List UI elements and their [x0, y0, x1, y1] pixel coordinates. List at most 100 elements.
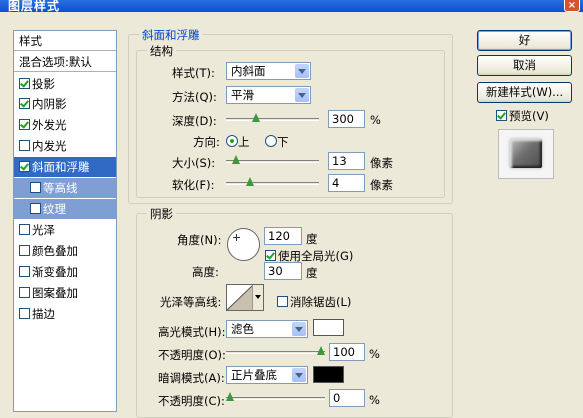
direction-down-option[interactable]: 下 — [265, 134, 289, 150]
style-list-item-outer-glow[interactable]: 外发光 — [14, 115, 116, 135]
shadow-opacity-label: 不透明度(C): — [158, 394, 225, 408]
style-list-label: 光泽 — [32, 223, 55, 237]
shadow-mode-label: 暗调模式(A): — [158, 371, 225, 385]
size-input[interactable]: 13 — [328, 152, 365, 170]
altitude-input[interactable]: 30 — [264, 262, 302, 280]
style-list-label: 纹理 — [43, 202, 66, 216]
style-list-label: 图案叠加 — [32, 286, 78, 300]
gloss-contour-picker[interactable] — [226, 284, 264, 311]
contour-curve-icon — [227, 285, 253, 310]
checkbox-drop-shadow[interactable] — [19, 78, 30, 89]
style-list-item-drop-shadow[interactable]: 投影 — [14, 74, 116, 94]
style-list-label: 内阴影 — [32, 97, 67, 111]
depth-slider-thumb[interactable] — [252, 113, 261, 123]
size-slider-thumb[interactable] — [232, 155, 241, 165]
style-list-item-gradient-overlay[interactable]: 渐变叠加 — [14, 262, 116, 282]
style-list-label: 投影 — [32, 77, 55, 91]
checkbox-color-overlay[interactable] — [19, 245, 30, 256]
checkbox-stroke[interactable] — [19, 308, 30, 319]
style-list-label: 内发光 — [32, 139, 67, 153]
checkbox-satin[interactable] — [19, 224, 30, 235]
depth-unit: % — [370, 113, 381, 127]
checkbox-inner-glow[interactable] — [19, 140, 30, 151]
shadow-color-swatch[interactable] — [313, 366, 344, 383]
radio-down[interactable] — [265, 135, 277, 147]
angle-dial[interactable] — [227, 228, 260, 261]
highlight-opacity-input[interactable]: 100 — [329, 343, 365, 361]
checkbox-pattern-overlay[interactable] — [19, 287, 30, 298]
preview-label: 预览(V) — [509, 109, 549, 123]
antialias-label: 消除锯齿(L) — [290, 295, 352, 309]
preview-option[interactable]: 预览(V) — [496, 108, 549, 124]
style-list-item-blending-options[interactable]: 混合选项:默认 — [14, 52, 116, 72]
ok-button[interactable]: 好 — [477, 30, 572, 51]
highlight-opacity-unit: % — [369, 347, 380, 361]
style-select[interactable]: 内斜面 — [226, 62, 311, 80]
technique-label: 方法(Q): — [172, 90, 217, 104]
soften-slider[interactable] — [226, 182, 319, 185]
radio-up[interactable] — [226, 135, 238, 147]
highlight-opacity-slider[interactable] — [226, 351, 325, 354]
checkbox-gradient-overlay[interactable] — [19, 266, 30, 277]
technique-select[interactable]: 平滑 — [226, 86, 311, 104]
shadow-opacity-input[interactable]: 0 — [329, 389, 365, 407]
depth-slider[interactable] — [226, 118, 319, 121]
antialias-option[interactable]: 消除锯齿(L) — [277, 294, 351, 310]
checkbox-contour[interactable] — [30, 182, 41, 193]
close-button[interactable]: × — [564, 0, 580, 12]
shadow-mode-select[interactable]: 正片叠底 — [226, 366, 308, 384]
checkbox-inner-shadow[interactable] — [19, 98, 30, 109]
altitude-unit: 度 — [306, 266, 318, 280]
style-list-item-inner-glow[interactable]: 内发光 — [14, 136, 116, 156]
chevron-down-icon — [292, 322, 306, 336]
soften-unit: 像素 — [370, 178, 393, 192]
style-select-value: 内斜面 — [231, 64, 266, 78]
highlight-mode-select[interactable]: 滤色 — [226, 320, 308, 338]
bevel-emboss-title: 斜面和浮雕 — [139, 27, 203, 43]
highlight-opacity-label: 不透明度(O): — [158, 348, 226, 362]
new-style-button[interactable]: 新建样式(W)... — [477, 82, 572, 103]
preview-checkbox[interactable] — [496, 110, 507, 121]
soften-input[interactable]: 4 — [328, 174, 365, 192]
style-list-item-contour[interactable]: 等高线 — [14, 178, 116, 198]
cancel-button[interactable]: 取消 — [477, 55, 572, 76]
style-list-item-pattern-overlay[interactable]: 图案叠加 — [14, 283, 116, 303]
chevron-down-icon[interactable] — [252, 285, 263, 310]
style-list-item-bevel-emboss[interactable]: 斜面和浮雕 — [14, 157, 116, 177]
window-title: 图层样式 — [8, 0, 61, 13]
checkbox-bevel-emboss[interactable] — [19, 161, 30, 172]
style-list-item-stroke[interactable]: 描边 — [14, 304, 116, 324]
shadow-opacity-slider-thumb[interactable] — [226, 392, 235, 402]
angle-label: 角度(N): — [177, 233, 222, 247]
style-list-label: 颜色叠加 — [32, 244, 78, 258]
shadow-opacity-slider[interactable] — [226, 397, 325, 400]
style-label: 样式(T): — [172, 66, 215, 80]
style-list-item-color-overlay[interactable]: 颜色叠加 — [14, 241, 116, 261]
style-list-item-inner-shadow[interactable]: 内阴影 — [14, 94, 116, 114]
direction-down-label: 下 — [277, 135, 289, 149]
soften-slider-thumb[interactable] — [246, 177, 255, 187]
size-label: 大小(S): — [172, 156, 216, 170]
highlight-mode-value: 滤色 — [231, 322, 254, 336]
global-light-checkbox[interactable] — [265, 250, 276, 261]
depth-label: 深度(D): — [172, 114, 217, 128]
style-list-label: 外发光 — [32, 118, 67, 132]
checkbox-outer-glow[interactable] — [19, 119, 30, 130]
highlight-opacity-slider-thumb[interactable] — [317, 346, 326, 356]
chevron-down-icon — [295, 88, 309, 102]
antialias-checkbox[interactable] — [277, 296, 288, 307]
soften-label: 软化(F): — [172, 178, 215, 192]
highlight-color-swatch[interactable] — [313, 319, 344, 336]
direction-label: 方向: — [193, 135, 220, 149]
angle-input[interactable]: 120 — [264, 227, 302, 245]
style-list-item-texture[interactable]: 纹理 — [14, 199, 116, 219]
checkbox-texture[interactable] — [30, 203, 41, 214]
direction-up-option[interactable]: 上 — [226, 134, 250, 150]
depth-input[interactable]: 300 — [328, 110, 365, 128]
style-list-item-satin[interactable]: 光泽 — [14, 220, 116, 240]
chevron-down-icon — [295, 64, 309, 78]
shadow-mode-value: 正片叠底 — [231, 368, 277, 382]
gloss-contour-label: 光泽等高线: — [160, 295, 222, 309]
technique-select-value: 平滑 — [231, 88, 254, 102]
style-list-header[interactable]: 样式 — [14, 31, 116, 51]
